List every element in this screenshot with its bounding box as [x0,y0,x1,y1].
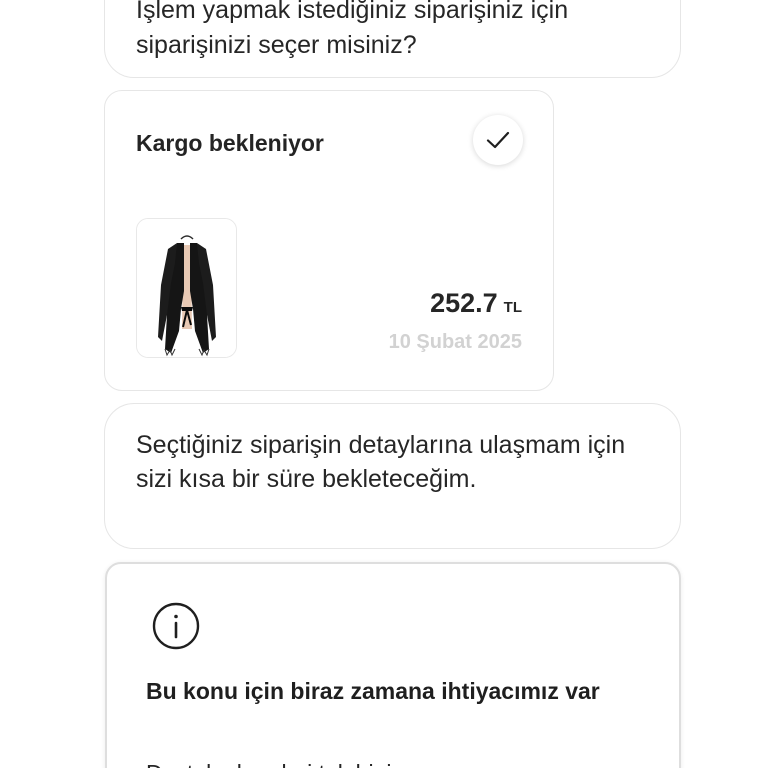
product-image[interactable] [136,218,237,358]
bot-message-please-wait: Seçtiğiniz siparişin detaylarına ulaşmam… [104,403,681,549]
order-card[interactable]: Kargo bekleniyor 252.7 TL 10 Şubat 2025 [104,90,554,391]
chat-screen: İşlem yapmak istediğiniz siparişiniz içi… [0,0,768,768]
info-icon [152,602,200,650]
order-status: Kargo bekleniyor [136,130,324,156]
checkmark-icon [486,131,510,149]
bot-message-text: İşlem yapmak istediğiniz siparişiniz içi… [136,0,569,59]
order-date: 10 Şubat 2025 [388,331,522,353]
order-price: 252.7 TL [430,288,522,319]
info-title: Bu konu için biraz zamana ihtiyacımız va… [146,678,600,704]
bot-message-text: Seçtiğiniz siparişin detaylarına ulaşmam… [136,431,626,493]
info-card: Bu konu için biraz zamana ihtiyacımız va… [105,562,681,768]
cardigan-image [137,219,236,357]
price-currency: TL [503,299,522,316]
bot-message-select-order: İşlem yapmak istediğiniz siparişiniz içi… [104,0,681,78]
info-body: Destek ekranleri talebiniz... [146,758,646,768]
price-value: 252.7 [430,288,498,318]
order-select-checkbox[interactable] [473,115,523,165]
